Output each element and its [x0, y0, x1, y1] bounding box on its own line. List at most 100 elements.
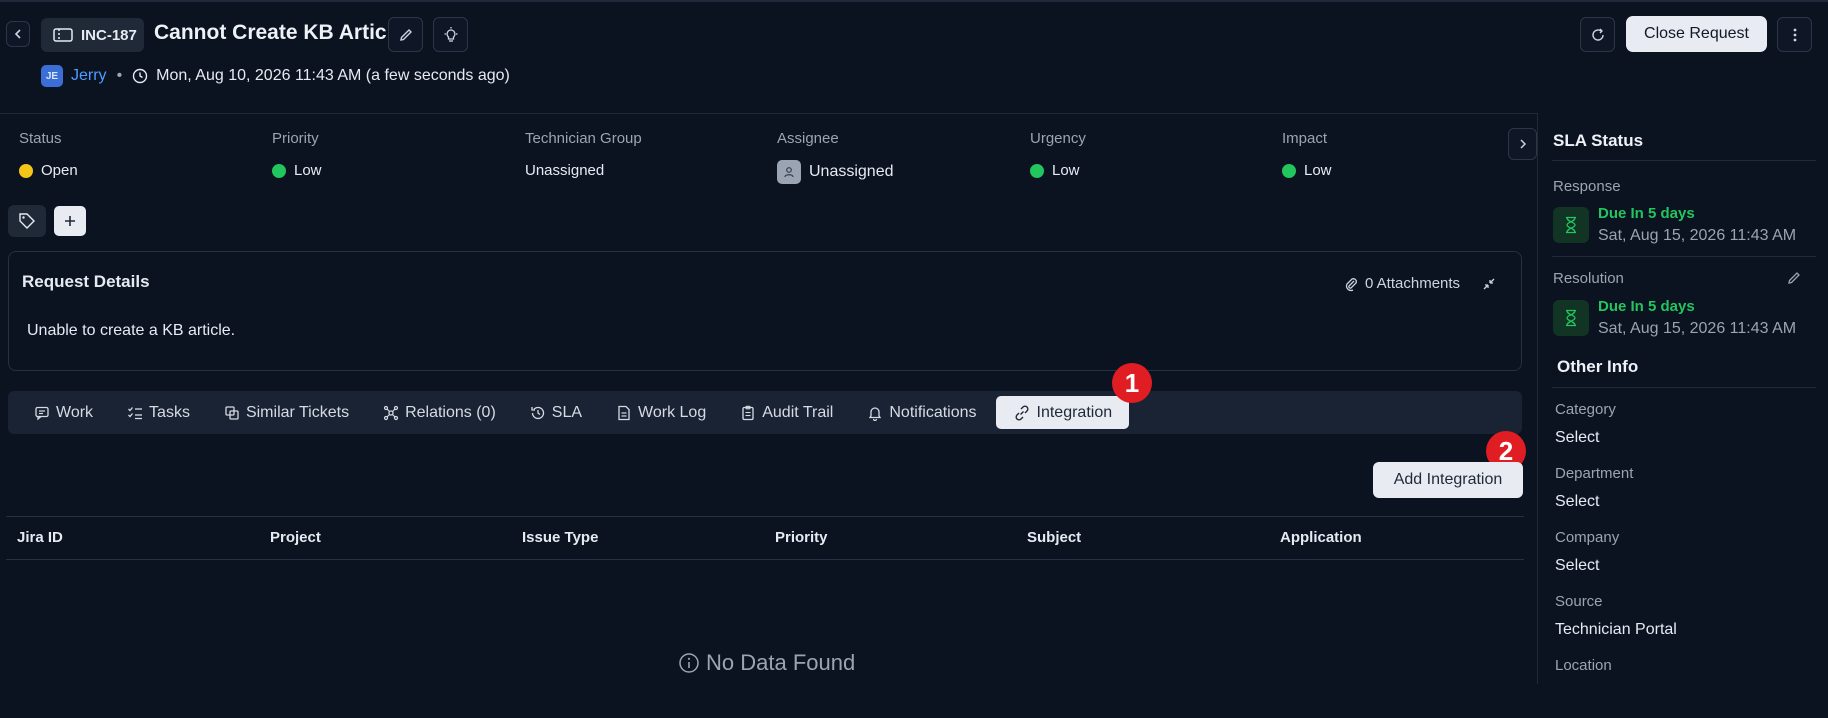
- impact-label: Impact: [1282, 130, 1328, 147]
- copy-icon: [225, 405, 239, 420]
- empty-state-text: No Data Found: [706, 650, 856, 675]
- sla-status-title: SLA Status: [1553, 131, 1644, 150]
- department-select[interactable]: Select: [1555, 493, 1599, 511]
- chat-icon: [35, 406, 49, 420]
- assignee-label: Assignee: [777, 130, 839, 147]
- resolution-due: Due In 5 days: [1598, 298, 1695, 315]
- priority-label: Priority: [272, 130, 319, 147]
- paperclip-icon: [1345, 277, 1357, 291]
- sidebar-divider: [1537, 114, 1538, 684]
- status-dot: [19, 163, 33, 178]
- status-label: Status: [19, 130, 62, 147]
- assignee-field[interactable]: Unassigned: [777, 160, 894, 184]
- close-request-button[interactable]: Close Request: [1626, 16, 1767, 52]
- refresh-icon: [1591, 28, 1604, 41]
- bell-icon: [869, 406, 882, 421]
- company-select[interactable]: Select: [1555, 557, 1599, 575]
- urgency-dot: [1030, 163, 1044, 178]
- edit-title-button[interactable]: [388, 17, 423, 52]
- clock-icon: [132, 68, 148, 84]
- tab-notifications[interactable]: Notifications: [850, 396, 993, 429]
- kebab-icon: [1793, 28, 1796, 41]
- priority-field[interactable]: Low: [272, 162, 322, 179]
- company-label: Company: [1555, 529, 1620, 546]
- requester-link[interactable]: Jerry: [71, 67, 107, 85]
- document-icon: [618, 405, 630, 420]
- column-header-application[interactable]: Application: [1280, 529, 1362, 546]
- page-title: Cannot Create KB Article: [154, 21, 405, 44]
- tab-notifications-label: Notifications: [889, 403, 977, 421]
- column-header-project[interactable]: Project: [270, 529, 321, 546]
- annotation-marker-1: 1: [1112, 363, 1152, 403]
- user-icon: [777, 160, 801, 184]
- header-divider: [0, 113, 1538, 114]
- urgency-value: Low: [1052, 162, 1080, 179]
- tab-similar-tickets-label: Similar Tickets: [245, 403, 350, 421]
- tab-work[interactable]: Work: [17, 396, 110, 429]
- response-due: Due In 5 days: [1598, 205, 1695, 222]
- checklist-icon: [128, 406, 143, 419]
- tab-tasks[interactable]: Tasks: [110, 396, 207, 429]
- column-header-subject[interactable]: Subject: [1027, 529, 1081, 546]
- refresh-button[interactable]: [1580, 17, 1615, 52]
- suggestion-button[interactable]: [433, 17, 468, 52]
- sla-resolution-label: Resolution: [1553, 270, 1624, 287]
- link-icon: [1015, 404, 1029, 421]
- column-header-jira-id[interactable]: Jira ID: [17, 529, 63, 546]
- sla-divider: [1552, 160, 1816, 161]
- empty-state: No Data Found: [678, 650, 855, 676]
- edit-resolution-button[interactable]: [1786, 270, 1802, 286]
- impact-field[interactable]: Low: [1282, 162, 1332, 179]
- tab-integration[interactable]: Integration: [995, 396, 1130, 429]
- plus-icon: [65, 216, 75, 226]
- tab-tasks-label: Tasks: [149, 403, 190, 421]
- info-icon: [679, 653, 699, 673]
- add-integration-button[interactable]: Add Integration: [1373, 462, 1523, 498]
- hourglass-icon: [1566, 216, 1576, 234]
- tab-relations[interactable]: Relations (0): [366, 396, 513, 429]
- category-select[interactable]: Select: [1555, 429, 1599, 447]
- status-value: Open: [41, 162, 78, 179]
- attachments-count: 0 Attachments: [1365, 275, 1461, 292]
- requester-row: JE Jerry • Mon, Aug 10, 2026 11:43 AM (a…: [41, 64, 510, 88]
- source-value[interactable]: Technician Portal: [1555, 621, 1677, 639]
- tab-similar-tickets[interactable]: Similar Tickets: [207, 396, 366, 429]
- tab-bar: Work Tasks Similar Tickets Relations (0)…: [8, 391, 1522, 434]
- tab-sla-label: SLA: [551, 403, 583, 421]
- priority-dot: [272, 163, 286, 178]
- back-button[interactable]: [6, 21, 30, 47]
- ticket-id-badge: INC-187: [41, 18, 144, 52]
- tag-icon: [19, 213, 35, 229]
- urgency-field[interactable]: Low: [1030, 162, 1080, 179]
- more-options-button[interactable]: [1777, 17, 1812, 52]
- add-tag-button[interactable]: [54, 206, 86, 236]
- ticket-icon: [53, 28, 73, 42]
- collapse-details-button[interactable]: [1480, 277, 1498, 291]
- pencil-icon: [1788, 272, 1800, 284]
- other-info-divider: [1552, 387, 1816, 388]
- category-label: Category: [1555, 401, 1616, 418]
- collapse-icon: [1483, 278, 1495, 290]
- attachments-link[interactable]: 0 Attachments: [1343, 275, 1460, 292]
- technician-group-label: Technician Group: [525, 130, 642, 147]
- tab-work-log[interactable]: Work Log: [599, 396, 723, 429]
- assignee-value: Unassigned: [809, 163, 894, 180]
- separator-dot: •: [116, 67, 123, 84]
- collapse-sidebar-button[interactable]: [1508, 128, 1537, 160]
- column-header-priority[interactable]: Priority: [775, 529, 828, 546]
- response-sla-badge: [1553, 207, 1589, 243]
- status-field[interactable]: Open: [19, 162, 78, 179]
- table-top-border: [6, 516, 1524, 517]
- tab-audit-trail[interactable]: Audit Trail: [723, 396, 850, 429]
- resolution-date: Sat, Aug 15, 2026 11:43 AM: [1598, 320, 1797, 337]
- tab-work-label: Work: [56, 403, 94, 421]
- request-details-title: Request Details: [22, 272, 150, 291]
- column-header-issue-type[interactable]: Issue Type: [522, 529, 598, 546]
- technician-group-field[interactable]: Unassigned: [525, 162, 604, 179]
- priority-value: Low: [294, 162, 322, 179]
- chevron-left-icon: [14, 29, 21, 39]
- relations-icon: [383, 405, 399, 420]
- tags-button[interactable]: [8, 205, 46, 237]
- resolution-sla-badge: [1553, 300, 1589, 336]
- tab-sla[interactable]: SLA: [513, 396, 599, 429]
